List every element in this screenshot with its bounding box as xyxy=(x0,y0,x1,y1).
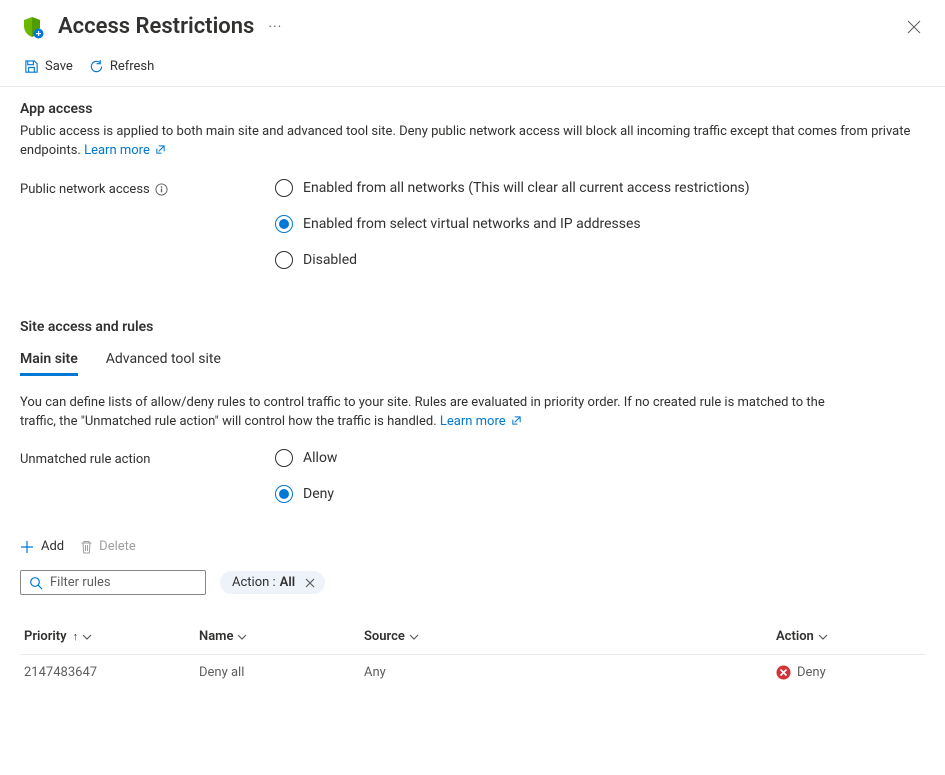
app-access-description: Public access is applied to both main si… xyxy=(20,123,925,161)
radio-icon xyxy=(275,485,293,503)
delete-rule-button[interactable]: Delete xyxy=(80,537,136,556)
close-button[interactable] xyxy=(903,16,925,38)
filter-rules-input[interactable] xyxy=(50,575,197,590)
radio-icon xyxy=(275,251,293,269)
rules-table: Priority ↑ Name Source xyxy=(20,619,925,690)
table-row[interactable]: 2147483647 Deny all Any Deny xyxy=(20,655,925,690)
refresh-icon xyxy=(89,59,104,74)
tab-advanced-tool-site[interactable]: Advanced tool site xyxy=(106,351,221,376)
app-access-learn-more-link[interactable]: Learn more xyxy=(84,143,166,158)
save-icon xyxy=(24,59,39,74)
filter-row: Action : All xyxy=(20,570,925,595)
site-rules-learn-more-link[interactable]: Learn more xyxy=(440,414,522,429)
radio-allow[interactable]: Allow xyxy=(275,449,337,467)
chevron-down-icon xyxy=(237,632,247,642)
trash-icon xyxy=(80,540,93,554)
radio-deny[interactable]: Deny xyxy=(275,485,337,503)
radio-icon xyxy=(275,215,293,233)
radio-icon xyxy=(275,449,293,467)
column-source[interactable]: Source xyxy=(364,629,776,644)
public-network-access-label: Public network access xyxy=(20,179,275,197)
deny-icon xyxy=(776,665,791,680)
shield-icon xyxy=(20,15,44,39)
site-tabs: Main site Advanced tool site xyxy=(20,351,925,376)
unmatched-rule-group: Allow Deny xyxy=(275,449,337,503)
cell-priority: 2147483647 xyxy=(24,665,199,680)
more-actions-button[interactable]: ··· xyxy=(268,19,282,35)
column-name[interactable]: Name xyxy=(199,629,364,644)
command-bar: Save Refresh xyxy=(0,49,945,87)
table-header-row: Priority ↑ Name Source xyxy=(20,619,925,655)
app-access-section: App access Public access is applied to b… xyxy=(0,87,945,690)
cell-action: Deny xyxy=(776,665,921,680)
unmatched-rule-label: Unmatched rule action xyxy=(20,449,275,467)
radio-enabled-all[interactable]: Enabled from all networks (This will cle… xyxy=(275,179,750,197)
save-button[interactable]: Save xyxy=(24,57,73,76)
unmatched-rule-row: Unmatched rule action Allow Deny xyxy=(20,449,925,503)
info-icon[interactable] xyxy=(155,183,168,196)
panel-header: Access Restrictions ··· xyxy=(0,0,945,49)
clear-filter-icon[interactable] xyxy=(305,578,315,588)
chevron-down-icon xyxy=(409,632,419,642)
filter-input-wrap[interactable] xyxy=(20,570,206,595)
chevron-down-icon xyxy=(818,632,828,642)
chevron-down-icon xyxy=(82,632,92,642)
save-label: Save xyxy=(45,59,73,74)
page-title: Access Restrictions xyxy=(58,14,254,39)
refresh-label: Refresh xyxy=(110,59,154,74)
rules-action-bar: Add Delete xyxy=(20,537,925,556)
radio-disabled[interactable]: Disabled xyxy=(275,251,750,269)
column-action[interactable]: Action xyxy=(776,629,921,644)
plus-icon xyxy=(20,540,34,554)
sort-asc-icon: ↑ xyxy=(73,630,79,643)
column-priority[interactable]: Priority ↑ xyxy=(24,629,199,644)
search-icon xyxy=(29,576,43,590)
radio-icon xyxy=(275,179,293,197)
add-rule-button[interactable]: Add xyxy=(20,537,64,556)
site-rules-description: You can define lists of allow/deny rules… xyxy=(20,394,840,432)
public-network-access-group: Enabled from all networks (This will cle… xyxy=(275,179,750,269)
filter-action-pill[interactable]: Action : All xyxy=(220,571,325,594)
site-rules-heading: Site access and rules xyxy=(20,319,925,335)
public-network-access-row: Public network access Enabled from all n… xyxy=(20,179,925,269)
radio-enabled-select[interactable]: Enabled from select virtual networks and… xyxy=(275,215,750,233)
cell-source: Any xyxy=(364,665,776,680)
refresh-button[interactable]: Refresh xyxy=(89,57,154,76)
cell-name: Deny all xyxy=(199,665,364,680)
tab-main-site[interactable]: Main site xyxy=(20,351,78,376)
external-link-icon xyxy=(511,415,522,426)
app-access-heading: App access xyxy=(20,101,925,117)
external-link-icon xyxy=(155,144,166,155)
